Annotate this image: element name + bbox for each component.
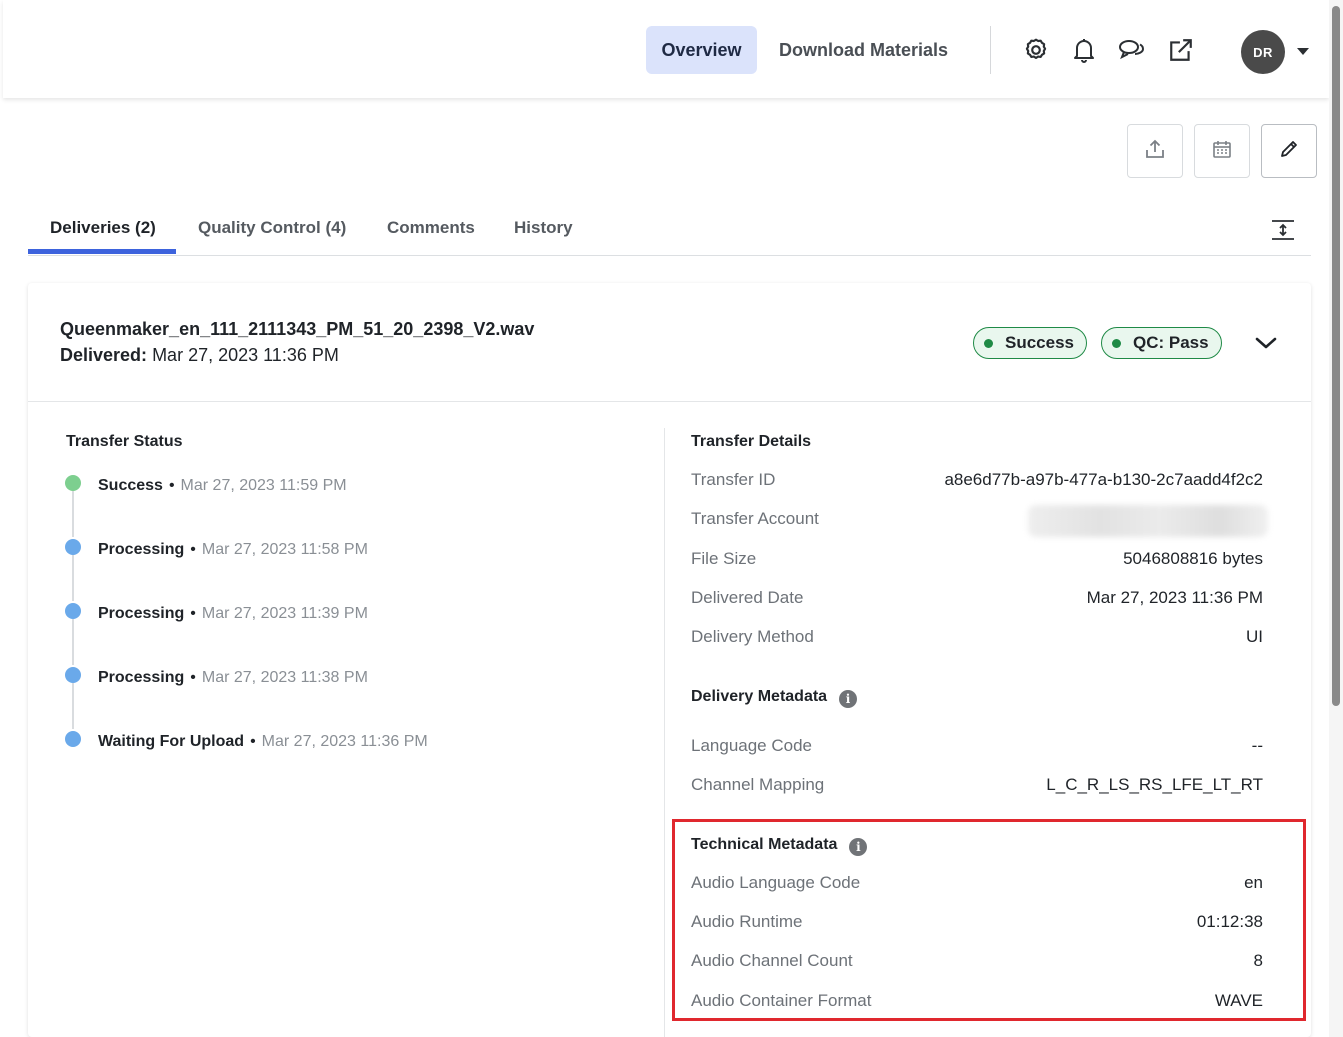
timeline-connector — [72, 683, 74, 729]
transfer-status-title: Transfer Status — [66, 433, 183, 450]
avatar[interactable]: DR — [1241, 30, 1285, 74]
detail-label: Delivered Date — [691, 588, 804, 607]
timeline-item: Processing • Mar 27, 2023 11:58 PM — [98, 541, 368, 558]
delivered-value: Mar 27, 2023 11:36 PM — [152, 345, 339, 365]
edit-button[interactable] — [1261, 124, 1317, 178]
timeline-dot — [65, 539, 81, 555]
info-icon[interactable]: i — [839, 690, 858, 708]
timeline-dot — [65, 475, 81, 491]
chevron-down-icon[interactable] — [1293, 42, 1313, 62]
chat-icon[interactable] — [1112, 30, 1152, 70]
tab-deliveries[interactable]: Deliveries (2) — [50, 200, 156, 256]
calendar-icon — [1212, 139, 1232, 164]
timeline-connector — [72, 491, 74, 537]
nav-divider — [990, 26, 991, 74]
status-dot — [1112, 338, 1121, 348]
tab-bar: Deliveries (2) Quality Control (4) Comme… — [28, 200, 1311, 256]
timeline-time: Mar 27, 2023 11:59 PM — [180, 477, 347, 494]
tab-quality-control[interactable]: Quality Control (4) — [198, 200, 346, 256]
detail-label: Language Code — [691, 736, 813, 755]
detail-label: Channel Mapping — [691, 775, 825, 794]
external-link-icon[interactable] — [1161, 30, 1201, 70]
bell-icon[interactable] — [1064, 30, 1104, 70]
transfer-id-value: a8e6d77b-a97b-477a-b130-2c7aadd4f2c2 — [944, 470, 1263, 489]
delivery-method-value: UI — [1246, 627, 1263, 646]
delivered-label: Delivered: — [60, 345, 148, 365]
delivery-card-header[interactable]: Queenmaker_en_111_2111343_PM_51_20_2398_… — [28, 283, 1311, 402]
detail-label: Delivery Method — [691, 627, 814, 646]
upload-icon — [1144, 138, 1166, 165]
channel-mapping-value: L_C_R_LS_RS_LFE_LT_RT — [1046, 775, 1263, 794]
share-button[interactable] — [1127, 124, 1183, 178]
timeline-dot — [65, 667, 81, 683]
chevron-down-icon[interactable] — [1252, 329, 1280, 357]
timeline-connector — [72, 619, 74, 665]
detail-label: Transfer Account — [691, 509, 819, 528]
detail-label: Transfer ID — [691, 470, 776, 489]
delivery-filename: Queenmaker_en_111_2111343_PM_51_20_2398_… — [60, 319, 535, 339]
delivery-metadata-title-text: Delivery Metadata — [691, 688, 828, 705]
status-dot — [984, 338, 993, 348]
pencil-icon — [1279, 139, 1299, 164]
status-badge-label: QC: Pass — [1133, 333, 1209, 352]
timeline-time: Mar 27, 2023 11:36 PM — [261, 733, 428, 750]
language-code-value: -- — [1251, 736, 1263, 755]
timeline-item: Success • Mar 27, 2023 11:59 PM — [98, 477, 347, 494]
timeline-time: Mar 27, 2023 11:39 PM — [201, 605, 368, 622]
collapse-all-icon[interactable] — [1270, 218, 1296, 242]
timeline-status: Processing — [98, 605, 185, 622]
timeline-item: Processing • Mar 27, 2023 11:39 PM — [98, 605, 368, 622]
timeline-status: Processing — [98, 669, 185, 686]
timeline-item: Waiting For Upload • Mar 27, 2023 11:36 PM — [98, 733, 428, 750]
delivery-card: Queenmaker_en_111_2111343_PM_51_20_2398_… — [28, 283, 1311, 1037]
column-divider — [664, 428, 665, 1037]
delivered-date: Delivered: Mar 27, 2023 11:36 PM — [60, 345, 339, 366]
detail-label: File Size — [691, 549, 757, 568]
scrollbar-thumb[interactable] — [1332, 6, 1340, 706]
timeline-item: Processing • Mar 27, 2023 11:38 PM — [98, 669, 368, 686]
timeline-status: Waiting For Upload — [98, 733, 245, 750]
timeline-connector — [72, 555, 74, 601]
tab-comments[interactable]: Comments — [387, 200, 475, 256]
timeline-dot — [65, 603, 81, 619]
schedule-button[interactable] — [1194, 124, 1250, 178]
timeline-time: Mar 27, 2023 11:58 PM — [201, 541, 368, 558]
timeline-time: Mar 27, 2023 11:38 PM — [201, 669, 368, 686]
timeline-status: Success — [98, 477, 163, 494]
delivery-metadata-title: Delivery Metadata i — [691, 688, 858, 708]
active-tab-indicator — [28, 249, 176, 254]
top-navigation-bar: Overview Download Materials DR — [3, 0, 1329, 98]
nav-download-materials-button[interactable]: Download Materials — [763, 26, 964, 74]
status-badge-label: Success — [1005, 333, 1074, 352]
status-badge-qc: QC: Pass — [1101, 327, 1222, 359]
delivered-date-value: Mar 27, 2023 11:36 PM — [1086, 588, 1263, 607]
timeline-dot — [65, 731, 81, 747]
status-badge-success: Success — [973, 327, 1087, 359]
tab-history[interactable]: History — [514, 200, 573, 256]
highlight-box — [672, 819, 1306, 1021]
file-size-value: 5046808816 bytes — [1123, 549, 1263, 568]
nav-overview-button[interactable]: Overview — [646, 26, 757, 74]
settings-icon[interactable] — [1016, 30, 1056, 70]
redacted-transfer-account — [1028, 505, 1268, 537]
transfer-details-title: Transfer Details — [691, 433, 812, 450]
timeline-status: Processing — [98, 541, 185, 558]
